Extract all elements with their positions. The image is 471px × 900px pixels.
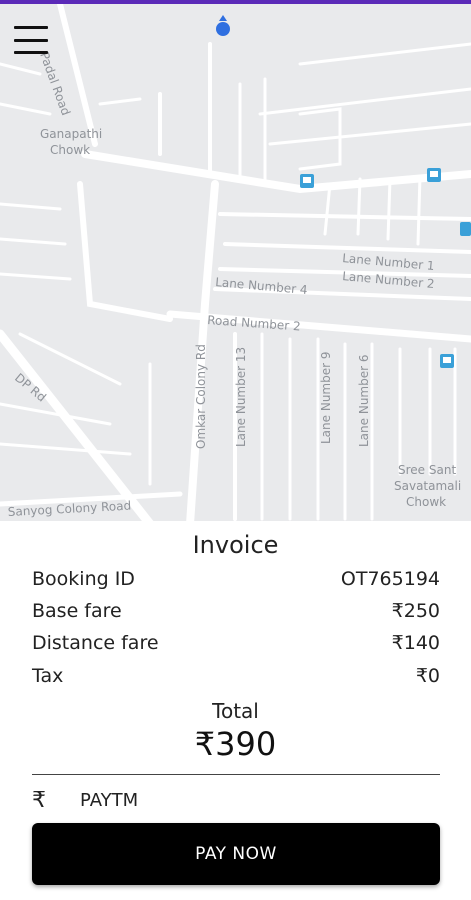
map-label-sree-chowk: Chowk: [406, 495, 446, 509]
base-fare-value: ₹250: [391, 600, 440, 622]
map-view[interactable]: Padal Road Ganapathi Chowk Lane Number 1…: [0, 4, 471, 521]
base-fare-row: Base fare ₹250: [32, 596, 440, 626]
map-label-ganapathi-chowk: Chowk: [50, 143, 90, 157]
map-label-road-2: Road Number 2: [207, 313, 301, 333]
base-fare-label: Base fare: [32, 600, 122, 622]
location-direction-icon: [219, 15, 227, 21]
map-roads: Padal Road Ganapathi Chowk Lane Number 1…: [0, 4, 471, 521]
tax-value: ₹0: [415, 665, 440, 687]
tax-label: Tax: [32, 665, 64, 687]
menu-line: [14, 51, 48, 54]
menu-line: [14, 26, 48, 29]
payment-method-row[interactable]: ₹ PAYTM: [32, 785, 440, 815]
current-location-icon: [216, 22, 230, 36]
tax-row: Tax ₹0: [32, 661, 440, 691]
map-label-padal-road: Padal Road: [37, 50, 73, 117]
map-label-sree-sant: Sree Sant: [398, 463, 456, 477]
payment-method-label: PAYTM: [80, 789, 139, 811]
map-label-lane-9: Lane Number 9: [319, 352, 333, 445]
menu-line: [14, 38, 48, 42]
invoice-title: Invoice: [192, 531, 279, 559]
booking-id-row: Booking ID OT765194: [32, 564, 440, 594]
distance-fare-row: Distance fare ₹140: [32, 628, 440, 658]
map-label-savatamali: Savatamali: [394, 479, 461, 493]
map-label-omkar: Omkar Colony Rd: [194, 344, 208, 449]
rupee-icon: ₹: [32, 787, 46, 813]
distance-fare-label: Distance fare: [32, 632, 159, 654]
total-value: ₹390: [194, 725, 277, 763]
booking-id-label: Booking ID: [32, 568, 135, 590]
booking-id-value: OT765194: [340, 568, 440, 590]
map-label-lane-4: Lane Number 4: [215, 275, 308, 297]
map-label-ganapathi: Ganapathi: [40, 127, 102, 141]
map-label-lane-13: Lane Number 13: [234, 347, 248, 447]
distance-fare-value: ₹140: [391, 632, 440, 654]
total-label: Total: [212, 699, 259, 723]
pay-now-button[interactable]: PAY NOW: [32, 823, 440, 885]
hamburger-menu-icon[interactable]: [14, 26, 48, 54]
invoice-panel: Invoice Booking ID OT765194 Base fare ₹2…: [0, 521, 471, 900]
divider: [32, 774, 440, 775]
map-label-lane-2: Lane Number 2: [342, 269, 435, 291]
map-label-lane-6: Lane Number 6: [357, 355, 371, 448]
